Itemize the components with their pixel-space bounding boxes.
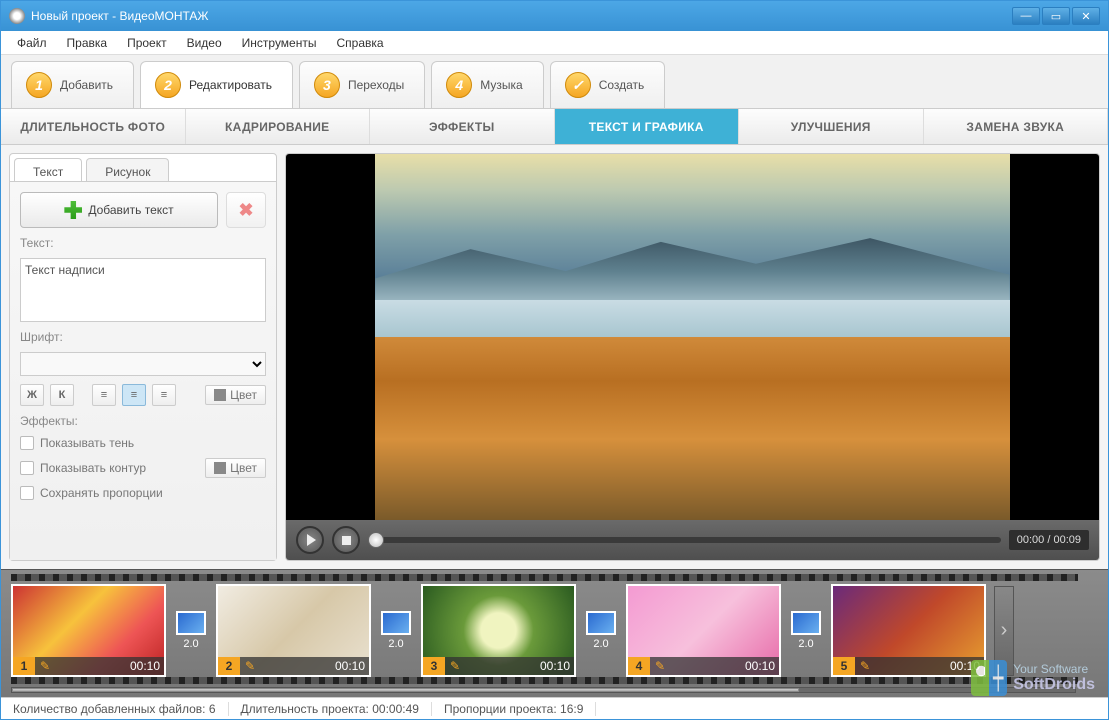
timeline-panel: 1✎00:10 2.0 2✎00:10 2.0 3✎00:10 2.0 4✎00… bbox=[1, 569, 1108, 697]
outline-color-button[interactable]: Цвет bbox=[205, 458, 266, 478]
minimize-button[interactable]: — bbox=[1012, 7, 1040, 25]
label-keep-ratio: Сохранять пропорции bbox=[40, 486, 163, 500]
watermark-icon bbox=[971, 660, 1007, 696]
subtab-effects[interactable]: ЭФФЕКТЫ bbox=[370, 109, 555, 144]
app-icon bbox=[9, 8, 25, 24]
bold-button[interactable]: Ж bbox=[20, 384, 44, 406]
label-outline: Показывать контур bbox=[40, 461, 146, 475]
statusbar: Количество добавленных файлов: 6 Длитель… bbox=[1, 697, 1108, 719]
step-tabs: 1Добавить 2Редактировать 3Переходы 4Музы… bbox=[1, 55, 1108, 109]
step-music[interactable]: 4Музыка bbox=[431, 61, 543, 108]
subtab-photo-duration[interactable]: ДЛИТЕЛЬНОСТЬ ФОТО bbox=[1, 109, 186, 144]
transition-duration: 2.0 bbox=[183, 638, 198, 650]
subtab-text-graphics[interactable]: ТЕКСТ И ГРАФИКА bbox=[555, 109, 740, 144]
align-right-button[interactable]: ≡ bbox=[152, 384, 176, 406]
checkbox-shadow[interactable] bbox=[20, 436, 34, 450]
checkbox-keep-ratio[interactable] bbox=[20, 486, 34, 500]
pencil-icon[interactable]: ✎ bbox=[445, 659, 465, 673]
play-button[interactable] bbox=[296, 526, 324, 554]
preview-image bbox=[375, 154, 1009, 520]
step-badge-3: 3 bbox=[314, 72, 340, 98]
color-swatch bbox=[214, 389, 226, 401]
font-select[interactable] bbox=[20, 352, 266, 376]
label-effects: Эффекты: bbox=[20, 414, 266, 428]
menubar: Файл Правка Проект Видео Инструменты Спр… bbox=[1, 31, 1108, 55]
stop-button[interactable] bbox=[332, 526, 360, 554]
step-badge-2: 2 bbox=[155, 72, 181, 98]
checkbox-outline[interactable] bbox=[20, 461, 34, 475]
subtab-enhancements[interactable]: УЛУЧШЕНИЯ bbox=[739, 109, 924, 144]
pencil-icon[interactable]: ✎ bbox=[240, 659, 260, 673]
side-tab-text[interactable]: Текст bbox=[14, 158, 82, 181]
step-edit[interactable]: 2Редактировать bbox=[140, 61, 293, 108]
caption-textarea[interactable] bbox=[20, 258, 266, 322]
seek-knob[interactable] bbox=[368, 532, 384, 548]
transition-duration: 2.0 bbox=[798, 638, 813, 650]
transition-thumb[interactable] bbox=[176, 611, 206, 635]
step-transitions[interactable]: 3Переходы bbox=[299, 61, 425, 108]
window-title: Новый проект - ВидеоМОНТАЖ bbox=[31, 9, 209, 23]
timeline-clip[interactable]: 4✎00:10 bbox=[626, 584, 781, 677]
watermark: Your SoftwareSoftDroids bbox=[971, 660, 1095, 696]
step-add[interactable]: 1Добавить bbox=[11, 61, 134, 108]
timeline-clip[interactable]: 3✎00:10 bbox=[421, 584, 576, 677]
stop-icon bbox=[342, 536, 351, 545]
timeline-clip[interactable]: 2✎00:10 bbox=[216, 584, 371, 677]
text-color-button[interactable]: Цвет bbox=[205, 385, 266, 405]
step-badge-1: 1 bbox=[26, 72, 52, 98]
menu-file[interactable]: Файл bbox=[7, 32, 57, 54]
menu-help[interactable]: Справка bbox=[326, 32, 393, 54]
transition-thumb[interactable] bbox=[586, 611, 616, 635]
plus-icon bbox=[64, 201, 82, 219]
italic-button[interactable]: К bbox=[50, 384, 74, 406]
menu-video[interactable]: Видео bbox=[177, 32, 232, 54]
step-badge-check: ✓ bbox=[565, 72, 591, 98]
subtab-crop[interactable]: КАДРИРОВАНИЕ bbox=[186, 109, 371, 144]
scrollbar-thumb[interactable] bbox=[12, 688, 799, 692]
color-swatch bbox=[214, 462, 226, 474]
film-strip-top bbox=[11, 574, 1078, 581]
titlebar: Новый проект - ВидеоМОНТАЖ — ▭ ✕ bbox=[1, 1, 1108, 31]
subtabs: ДЛИТЕЛЬНОСТЬ ФОТО КАДРИРОВАНИЕ ЭФФЕКТЫ Т… bbox=[1, 109, 1108, 145]
transition-duration: 2.0 bbox=[388, 638, 403, 650]
menu-project[interactable]: Проект bbox=[117, 32, 177, 54]
step-badge-4: 4 bbox=[446, 72, 472, 98]
align-center-button[interactable]: ≡ bbox=[122, 384, 146, 406]
timeline-scrollbar[interactable] bbox=[11, 687, 1076, 693]
maximize-button[interactable]: ▭ bbox=[1042, 7, 1070, 25]
pencil-icon[interactable]: ✎ bbox=[650, 659, 670, 673]
label-font: Шрифт: bbox=[20, 330, 266, 344]
timecode: 00:00 / 00:09 bbox=[1009, 530, 1089, 550]
transition-thumb[interactable] bbox=[791, 611, 821, 635]
label-text: Текст: bbox=[20, 236, 266, 250]
seek-track[interactable] bbox=[368, 537, 1001, 543]
subtab-replace-audio[interactable]: ЗАМЕНА ЗВУКА bbox=[924, 109, 1109, 144]
delete-text-button[interactable]: ✖ bbox=[226, 192, 266, 228]
menu-tools[interactable]: Инструменты bbox=[232, 32, 327, 54]
preview-panel: 00:00 / 00:09 bbox=[285, 153, 1100, 561]
side-tab-image[interactable]: Рисунок bbox=[86, 158, 169, 181]
timeline-clip[interactable]: 1✎00:10 bbox=[11, 584, 166, 677]
preview-viewport[interactable] bbox=[286, 154, 1099, 520]
play-icon bbox=[307, 534, 316, 546]
transition-duration: 2.0 bbox=[593, 638, 608, 650]
pencil-icon[interactable]: ✎ bbox=[855, 659, 875, 673]
x-icon: ✖ bbox=[238, 200, 253, 221]
add-text-button[interactable]: Добавить текст bbox=[20, 192, 218, 228]
step-create[interactable]: ✓Создать bbox=[550, 61, 666, 108]
close-button[interactable]: ✕ bbox=[1072, 7, 1100, 25]
menu-edit[interactable]: Правка bbox=[57, 32, 118, 54]
label-shadow: Показывать тень bbox=[40, 436, 134, 450]
align-left-button[interactable]: ≡ bbox=[92, 384, 116, 406]
side-panel: Текст Рисунок Добавить текст ✖ Текст: Шр… bbox=[9, 153, 277, 561]
pencil-icon[interactable]: ✎ bbox=[35, 659, 55, 673]
timeline-clip[interactable]: 5✎00:10 bbox=[831, 584, 986, 677]
transition-thumb[interactable] bbox=[381, 611, 411, 635]
player-controls: 00:00 / 00:09 bbox=[286, 520, 1099, 560]
film-strip-bottom bbox=[11, 677, 1078, 684]
